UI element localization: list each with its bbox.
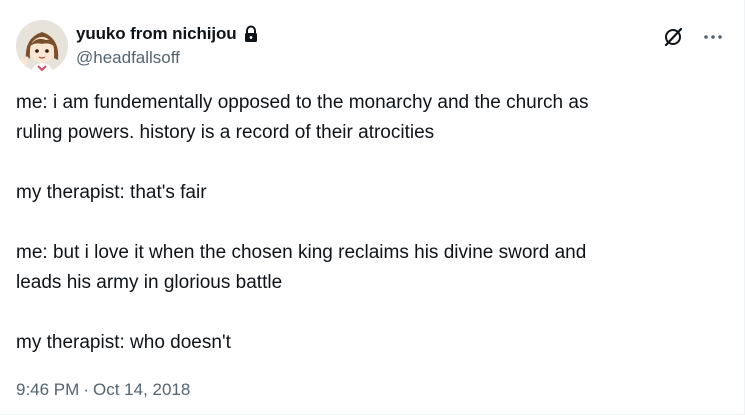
line-break: [16, 208, 716, 238]
lock-icon: [243, 25, 259, 43]
more-icon[interactable]: [702, 26, 724, 48]
display-name[interactable]: yuuko from nichijou: [76, 24, 237, 44]
line-break: [16, 298, 716, 328]
author-handle[interactable]: @headfallsoff: [76, 48, 259, 70]
avatar-image: [16, 20, 68, 72]
tweet-text: me: i am fundementally opposed to the mo…: [16, 88, 716, 358]
tweet-card: yuuko from nichijou @headfallsoff me: i …: [0, 0, 745, 415]
tweet-line: me: i am fundementally opposed to the mo…: [16, 92, 589, 113]
avatar[interactable]: [16, 20, 68, 72]
tweet-line: leads his army in glorious battle: [16, 272, 283, 293]
grok-icon[interactable]: [662, 26, 684, 48]
tweet-timestamp: 9:46 PM · Oct 14, 2018: [16, 380, 190, 400]
tweet-line: ruling powers. history is a record of th…: [16, 122, 435, 143]
tweet-line: my therapist: that's fair: [16, 182, 207, 203]
time-link[interactable]: 9:46 PM: [16, 380, 79, 399]
tweet-line: me: but i love it when the chosen king r…: [16, 242, 587, 263]
author-names: yuuko from nichijou @headfallsoff: [76, 22, 259, 70]
display-name-row: yuuko from nichijou: [76, 22, 259, 46]
line-break: [16, 148, 716, 178]
date-link[interactable]: Oct 14, 2018: [93, 380, 190, 399]
tweet-header: yuuko from nichijou @headfallsoff: [16, 20, 728, 76]
timestamp-separator: ·: [83, 380, 89, 399]
tweet-line: my therapist: who doesn't: [16, 332, 231, 353]
